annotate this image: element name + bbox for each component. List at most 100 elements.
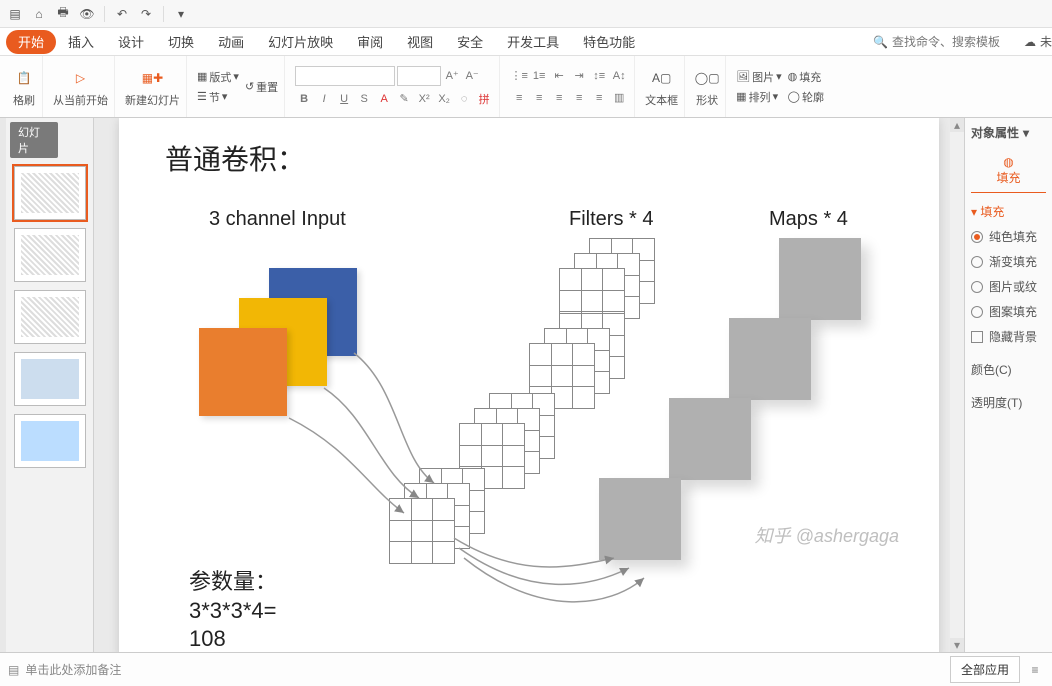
text-direction-icon[interactable]: A↕: [610, 67, 628, 85]
tab-security[interactable]: 安全: [445, 28, 495, 56]
align-left-icon[interactable]: ≡: [510, 89, 528, 107]
map-1[interactable]: [599, 478, 681, 560]
slide-canvas[interactable]: 普通卷积： 3 channel Input Filters * 4 Maps *…: [94, 118, 964, 652]
thumbnail-2[interactable]: [14, 228, 86, 282]
transparency-label[interactable]: 透明度(T): [971, 394, 1046, 411]
highlight-icon[interactable]: ✎: [395, 90, 413, 108]
layout-button[interactable]: ▦版式▾: [197, 69, 239, 85]
clear-format-icon[interactable]: ◌: [455, 90, 473, 108]
tab-animation[interactable]: 动画: [206, 28, 256, 56]
map-4[interactable]: [779, 238, 861, 320]
param-block[interactable]: 参数量： 3*3*3*4= 108: [189, 568, 277, 652]
tab-transition[interactable]: 切换: [156, 28, 206, 56]
label-input[interactable]: 3 channel Input: [209, 208, 346, 231]
cloud-icon: ☁: [1024, 35, 1036, 49]
align-center-icon[interactable]: ≡: [530, 89, 548, 107]
label-maps[interactable]: Maps * 4: [769, 208, 848, 231]
label-filters[interactable]: Filters * 4: [569, 208, 653, 231]
panel-header[interactable]: 对象属性▾: [971, 124, 1046, 141]
outline-button[interactable]: ◯轮廓: [788, 89, 824, 105]
print-icon[interactable]: 🖶: [54, 5, 72, 23]
font-name-input[interactable]: [295, 66, 395, 86]
bold-icon[interactable]: B: [295, 90, 313, 108]
paste-icon: 📋: [12, 66, 36, 90]
tab-review[interactable]: 审阅: [345, 28, 395, 56]
pinyin-icon[interactable]: 拼: [475, 90, 493, 108]
font-size-input[interactable]: [397, 66, 441, 86]
thumbnail-1[interactable]: [14, 166, 86, 220]
tab-design[interactable]: 设计: [106, 28, 156, 56]
input-channel-orange[interactable]: [199, 328, 287, 416]
fill-section-header[interactable]: ▾ 填充: [971, 203, 1046, 220]
radio-icon: [971, 256, 983, 268]
redo-icon[interactable]: ↷: [137, 5, 155, 23]
save-icon[interactable]: ▤: [6, 5, 24, 23]
tab-features[interactable]: 特色功能: [571, 28, 647, 56]
opt-solid-fill[interactable]: 纯色填充: [971, 228, 1046, 245]
new-slide-group[interactable]: ▦✚ 新建幻灯片: [119, 56, 187, 117]
bullets-icon[interactable]: ⋮≡: [510, 67, 528, 85]
arrange-button[interactable]: ▦排列▾: [736, 89, 782, 105]
tab-insert[interactable]: 插入: [56, 28, 106, 56]
reset-button[interactable]: ↺重置: [245, 79, 278, 95]
shapes-group[interactable]: ◯▢ 形状: [689, 56, 726, 117]
fill-tab[interactable]: ◍ 填充: [971, 149, 1046, 193]
menu-icon[interactable]: ≡: [1026, 661, 1044, 679]
opt-picture-fill[interactable]: 图片或纹: [971, 278, 1046, 295]
superscript-icon[interactable]: X²: [415, 90, 433, 108]
tab-start[interactable]: 开始: [6, 30, 56, 54]
new-slide-icon: ▦✚: [141, 66, 165, 90]
ribbon-tabs: 开始 插入 设计 切换 动画 幻灯片放映 审阅 视图 安全 开发工具 特色功能 …: [0, 28, 1052, 56]
indent-inc-icon[interactable]: ⇥: [570, 67, 588, 85]
align-dist-icon[interactable]: ≡: [590, 89, 608, 107]
opt-hide-bg[interactable]: 隐藏背景: [971, 328, 1046, 345]
undo-icon[interactable]: ↶: [113, 5, 131, 23]
slide-page[interactable]: 普通卷积： 3 channel Input Filters * 4 Maps *…: [119, 118, 939, 652]
increase-font-icon[interactable]: A⁺: [443, 67, 461, 85]
home-icon[interactable]: ⌂: [30, 5, 48, 23]
thumbnail-4[interactable]: [14, 352, 86, 406]
slide-title[interactable]: 普通卷积：: [165, 138, 305, 178]
font-color-icon[interactable]: A: [375, 90, 393, 108]
thumbnails-header[interactable]: 幻灯片: [10, 122, 58, 158]
italic-icon[interactable]: I: [315, 90, 333, 108]
thumbnail-5[interactable]: [14, 414, 86, 468]
dropdown-icon[interactable]: ▾: [172, 5, 190, 23]
format-painter-group[interactable]: 📋 格刷: [6, 56, 43, 117]
underline-icon[interactable]: U: [335, 90, 353, 108]
apply-all-button[interactable]: 全部应用: [950, 656, 1020, 683]
slide-thumbnails: 幻灯片: [6, 118, 94, 652]
tab-view[interactable]: 视图: [395, 28, 445, 56]
thumbnail-3[interactable]: [14, 290, 86, 344]
picture-button[interactable]: 🖼图片▾: [736, 69, 782, 85]
command-search[interactable]: 🔍 查找命令、搜索模板: [873, 33, 1010, 50]
scroll-down-icon[interactable]: ▾: [950, 638, 964, 652]
fill-button[interactable]: ◍填充: [788, 69, 824, 85]
strike-icon[interactable]: S: [355, 90, 373, 108]
section-button[interactable]: ☰节▾: [197, 89, 239, 105]
numbering-icon[interactable]: 1≡: [530, 67, 548, 85]
vertical-scrollbar[interactable]: ▴ ▾: [950, 118, 964, 652]
columns-icon[interactable]: ▥: [610, 89, 628, 107]
radio-icon: [971, 306, 983, 318]
map-2[interactable]: [669, 398, 751, 480]
decrease-font-icon[interactable]: A⁻: [463, 67, 481, 85]
scroll-up-icon[interactable]: ▴: [950, 118, 964, 132]
color-label[interactable]: 颜色(C): [971, 361, 1046, 378]
notes-area[interactable]: ▤ 单击此处添加备注: [8, 661, 950, 678]
align-justify-icon[interactable]: ≡: [570, 89, 588, 107]
sync-status[interactable]: ☁ 未: [1024, 33, 1052, 50]
subscript-icon[interactable]: X₂: [435, 90, 453, 108]
align-right-icon[interactable]: ≡: [550, 89, 568, 107]
filter-1-c1[interactable]: [389, 498, 455, 564]
tab-slideshow[interactable]: 幻灯片放映: [256, 28, 345, 56]
opt-pattern-fill[interactable]: 图案填充: [971, 303, 1046, 320]
line-spacing-icon[interactable]: ↕≡: [590, 67, 608, 85]
opt-gradient-fill[interactable]: 渐变填充: [971, 253, 1046, 270]
textbox-group[interactable]: A▢ 文本框: [639, 56, 685, 117]
tab-devtools[interactable]: 开发工具: [495, 28, 571, 56]
indent-dec-icon[interactable]: ⇤: [550, 67, 568, 85]
preview-icon[interactable]: 👁: [78, 5, 96, 23]
from-current-group[interactable]: ▷ 从当前开始: [47, 56, 115, 117]
map-3[interactable]: [729, 318, 811, 400]
